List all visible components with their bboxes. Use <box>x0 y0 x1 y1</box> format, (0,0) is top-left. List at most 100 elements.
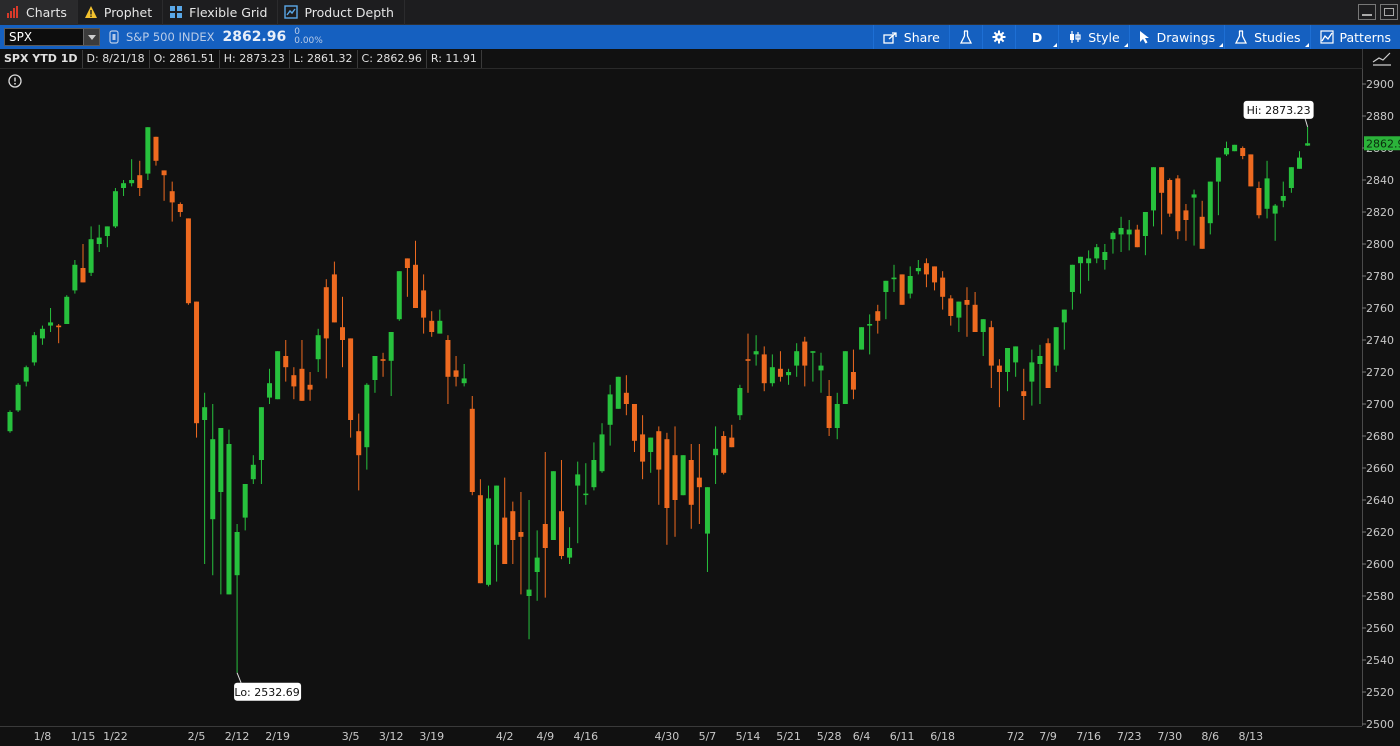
info-close: C: 2862.96 <box>358 49 427 68</box>
candle-body <box>696 477 702 488</box>
y-tick-label: 2720 <box>1366 366 1394 379</box>
candle-body <box>1248 154 1254 187</box>
candle-body <box>688 460 694 505</box>
tab-product-depth[interactable]: Product Depth <box>278 0 405 25</box>
candle-body <box>891 277 897 280</box>
candle-body <box>242 484 248 518</box>
candle-body <box>194 301 200 424</box>
candle-body <box>550 471 556 540</box>
drawings-button[interactable]: Drawings <box>1128 25 1225 49</box>
chevron-down-icon[interactable] <box>83 29 99 45</box>
menu-corner-icon <box>1219 43 1224 47</box>
y-tick-label: 2500 <box>1366 718 1394 731</box>
axis-corner <box>1362 49 1400 69</box>
x-tick-label: 4/9 <box>536 730 554 743</box>
candle-body <box>623 392 629 404</box>
y-tick-label: 2520 <box>1366 686 1394 699</box>
candle-body <box>899 274 905 305</box>
x-tick-label: 5/28 <box>817 730 842 743</box>
x-tick-label: 4/2 <box>496 730 514 743</box>
candle-body <box>96 237 102 244</box>
last-price-tag-label: 2862.96 <box>1366 137 1400 150</box>
candle-body <box>1175 178 1181 232</box>
symbol-description: S&P 500 INDEX <box>126 30 215 44</box>
candle-body <box>721 436 727 473</box>
candle-body <box>283 356 289 368</box>
candle-body <box>388 332 394 361</box>
symbol-value: SPX <box>9 30 33 44</box>
candle-body <box>1272 205 1278 214</box>
candle-body <box>250 464 256 480</box>
studies-button[interactable]: Studies <box>1224 25 1309 49</box>
patterns-button[interactable]: Patterns <box>1309 25 1400 49</box>
candle-body <box>1142 212 1148 236</box>
tab-prophet[interactable]: Prophet <box>78 0 164 25</box>
candle-body <box>1151 167 1157 211</box>
candle-body <box>275 351 281 400</box>
candlestick-chart[interactable]: 2500 2520 2540 2560 2580 2600 2620 2640 2660 2680… <box>0 69 1400 746</box>
symbol-input[interactable]: SPX <box>4 28 100 46</box>
candle-body <box>185 218 191 304</box>
x-tick-label: 3/19 <box>419 730 444 743</box>
ohlc-info-bar: SPX YTD 1D D: 8/21/18 O: 2861.51 H: 2873… <box>0 49 1362 69</box>
tab-label: Flexible Grid <box>189 4 268 20</box>
y-tick-label: 2900 <box>1366 78 1394 91</box>
lo-label: Lo: 2532.69 <box>234 686 299 699</box>
candle-body <box>988 327 994 366</box>
minimize-button[interactable] <box>1358 4 1376 20</box>
grid-icon <box>170 6 183 18</box>
style-button[interactable]: Style <box>1058 25 1128 49</box>
x-tick-label: 3/5 <box>342 730 360 743</box>
candle-body <box>267 383 273 398</box>
candle-body <box>299 368 305 401</box>
link-icon[interactable] <box>108 30 120 44</box>
app-tab-bar: Charts Prophet Flexible Grid Product Dep… <box>0 0 1400 25</box>
candle-body <box>761 354 767 384</box>
candle-body <box>218 428 224 492</box>
share-button[interactable]: Share <box>872 25 949 49</box>
tab-label: Charts <box>26 4 67 20</box>
candle-body <box>307 384 313 390</box>
flask-button[interactable] <box>948 25 982 49</box>
x-tick-label: 4/16 <box>573 730 598 743</box>
candle-body <box>88 239 94 273</box>
candle-body <box>1134 229 1140 248</box>
bar-chart-icon <box>7 6 18 18</box>
candle-body <box>413 264 418 308</box>
candle-body <box>1029 362 1035 382</box>
tab-flexible-grid[interactable]: Flexible Grid <box>163 0 279 25</box>
candle-body <box>469 408 475 492</box>
candle-body <box>39 328 45 339</box>
maximize-button[interactable] <box>1380 4 1398 20</box>
aggregation-button[interactable]: D <box>1014 25 1058 49</box>
candle-body <box>664 439 670 508</box>
y-tick-label: 2640 <box>1366 494 1394 507</box>
candle-body <box>972 304 978 332</box>
tab-charts[interactable]: Charts <box>0 0 78 25</box>
candle-body <box>680 455 686 496</box>
y-tick-label: 2800 <box>1366 238 1394 251</box>
y-tick-label: 2780 <box>1366 270 1394 283</box>
x-tick-label: 7/23 <box>1117 730 1142 743</box>
candle-body <box>704 487 710 534</box>
expand-chart-icon[interactable] <box>1363 49 1400 69</box>
candle-body <box>834 404 840 428</box>
candle-body <box>1045 343 1051 388</box>
candle-body <box>1021 391 1027 396</box>
candle-body <box>291 375 297 387</box>
candle-body <box>1086 258 1092 264</box>
candle-body <box>7 412 13 432</box>
last-price: 2862.96 <box>222 29 287 45</box>
menu-corner-icon <box>1123 43 1128 47</box>
x-tick-label: 2/5 <box>188 730 206 743</box>
candle-body <box>940 277 946 297</box>
candle-body <box>153 136 159 161</box>
x-tick-label: 1/15 <box>71 730 96 743</box>
settings-button[interactable] <box>981 25 1015 49</box>
candle-body <box>1110 232 1116 240</box>
candle-body <box>210 439 216 520</box>
candle-body <box>915 268 921 272</box>
candlestick-icon <box>1070 31 1081 43</box>
candle-body <box>713 448 719 456</box>
candle-body <box>129 180 135 184</box>
